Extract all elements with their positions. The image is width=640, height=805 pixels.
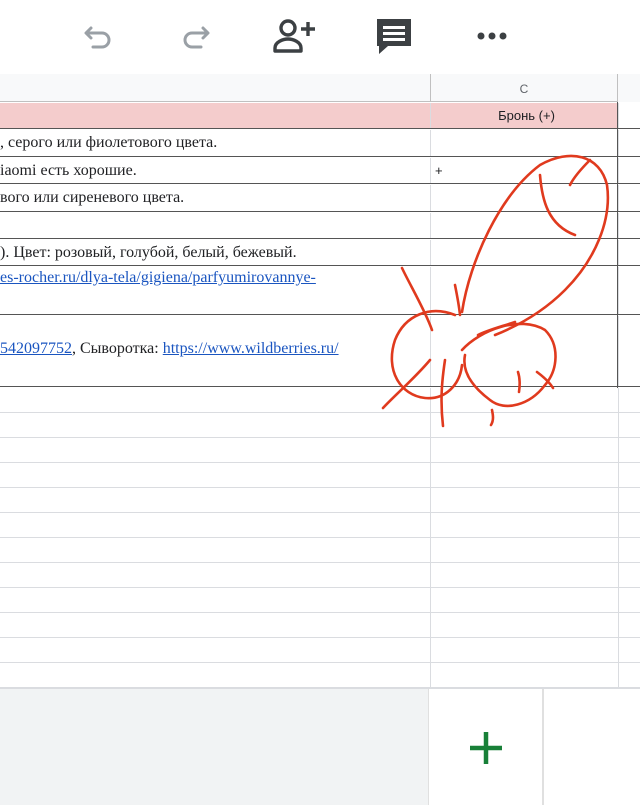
cell-a[interactable]: iaomi есть хорошие. [0,158,430,183]
link[interactable]: https://www.wildberries.ru/ [163,340,339,358]
cell-a[interactable]: ). Цвет: розовый, голубой, белый, бежевы… [0,240,430,265]
empty-row[interactable] [0,538,640,563]
cell-a[interactable]: , серого или фиолетового цвета. [0,130,430,156]
add-person-icon [273,19,315,53]
cell-d[interactable] [618,316,640,386]
cell-c[interactable] [430,588,618,612]
cell-c[interactable] [430,638,618,662]
cell-d[interactable] [618,588,640,612]
empty-row[interactable] [0,463,640,488]
cell-a[interactable]: es-rocher.ru/dlya-tela/gigiena/parfyumir… [0,267,430,314]
link[interactable]: 542097752 [0,340,72,358]
empty-row[interactable] [0,513,640,538]
table-row[interactable]: 542097752, Сыворотка: https://www.wildbe… [0,316,640,387]
table-row[interactable]: iaomi есть хорошие. + [0,158,640,184]
sheet-tab-area[interactable] [543,689,640,805]
link[interactable]: es-rocher.ru/dlya-tela/gigiena/parfyumir… [0,269,316,287]
empty-row[interactable] [0,588,640,613]
cell-d[interactable] [618,438,640,462]
cell-d[interactable] [618,267,640,314]
table-row[interactable]: es-rocher.ru/dlya-tela/gigiena/parfyumir… [0,267,640,315]
empty-row[interactable] [0,413,640,438]
comment-icon [377,19,411,54]
cell-c[interactable] [430,413,618,437]
column-header-d[interactable] [618,74,640,102]
sheet-tabs-bar [0,688,640,805]
cell-c[interactable]: + [430,158,618,183]
cell-c[interactable] [430,438,618,462]
more-horizontal-icon [477,32,507,40]
cell-c[interactable] [430,267,618,314]
table-row[interactable]: вого или сиреневого цвета. [0,185,640,212]
toolbar [0,0,640,74]
cell-d[interactable] [618,158,640,183]
cell-c[interactable] [430,613,618,637]
undo-icon [84,26,111,49]
cell-d[interactable] [618,563,640,587]
empty-row[interactable] [0,563,640,588]
cell-d[interactable] [618,613,640,637]
table-header-row[interactable]: Бронь (+) [0,103,640,129]
share-button[interactable] [272,14,316,58]
cell-c[interactable] [430,388,618,412]
cell-d[interactable] [618,638,640,662]
table-row[interactable]: ). Цвет: розовый, голубой, белый, бежевы… [0,240,640,266]
more-button[interactable] [470,14,514,58]
cell-a[interactable] [0,213,430,238]
redo-button[interactable] [174,14,218,58]
cell-c[interactable] [430,213,618,238]
cell-c[interactable] [430,663,618,687]
cell-d[interactable] [618,213,640,238]
cell-c[interactable] [430,513,618,537]
comment-button[interactable] [372,14,416,58]
cell-d[interactable] [618,538,640,562]
empty-row[interactable] [0,438,640,463]
empty-row[interactable] [0,488,640,513]
cell-c[interactable] [430,463,618,487]
cell-d[interactable] [618,463,640,487]
cell-c[interactable] [430,240,618,265]
spreadsheet-grid[interactable]: C Бронь (+) , серого или фиолетового цве… [0,74,640,688]
cell-d[interactable] [618,240,640,265]
cell-c[interactable] [430,130,618,156]
cell-d[interactable] [618,130,640,156]
cell-d[interactable] [618,488,640,512]
cell-c-header[interactable]: Бронь (+) [430,103,618,128]
empty-row[interactable] [0,663,640,688]
empty-row[interactable] [0,613,640,638]
add-sheet-button[interactable] [428,689,543,805]
cell-c[interactable] [430,316,618,386]
column-header-row: C [0,74,640,102]
redo-icon [183,26,210,49]
undo-button[interactable] [76,14,120,58]
cell-a-header[interactable] [0,103,430,128]
cell-c[interactable] [430,538,618,562]
empty-row[interactable] [0,638,640,663]
cell-text: , Сыворотка: [72,340,163,357]
cell-c[interactable] [430,563,618,587]
plus-icon [469,731,502,764]
column-header-c[interactable]: C [430,74,618,102]
empty-row[interactable] [0,388,640,413]
cell-d[interactable] [618,413,640,437]
table-edge [617,102,618,388]
cell-d[interactable] [618,663,640,687]
cell-d[interactable] [618,388,640,412]
cell-d[interactable] [618,513,640,537]
cell-d[interactable] [618,185,640,211]
table-row[interactable] [0,213,640,239]
cell-c[interactable] [430,488,618,512]
cell-d[interactable] [618,103,640,128]
cell-a[interactable]: вого или сиреневого цвета. [0,185,430,211]
cell-a[interactable]: 542097752, Сыворотка: https://www.wildbe… [0,316,430,386]
cell-c[interactable] [430,185,618,211]
table-row[interactable]: , серого или фиолетового цвета. [0,130,640,157]
